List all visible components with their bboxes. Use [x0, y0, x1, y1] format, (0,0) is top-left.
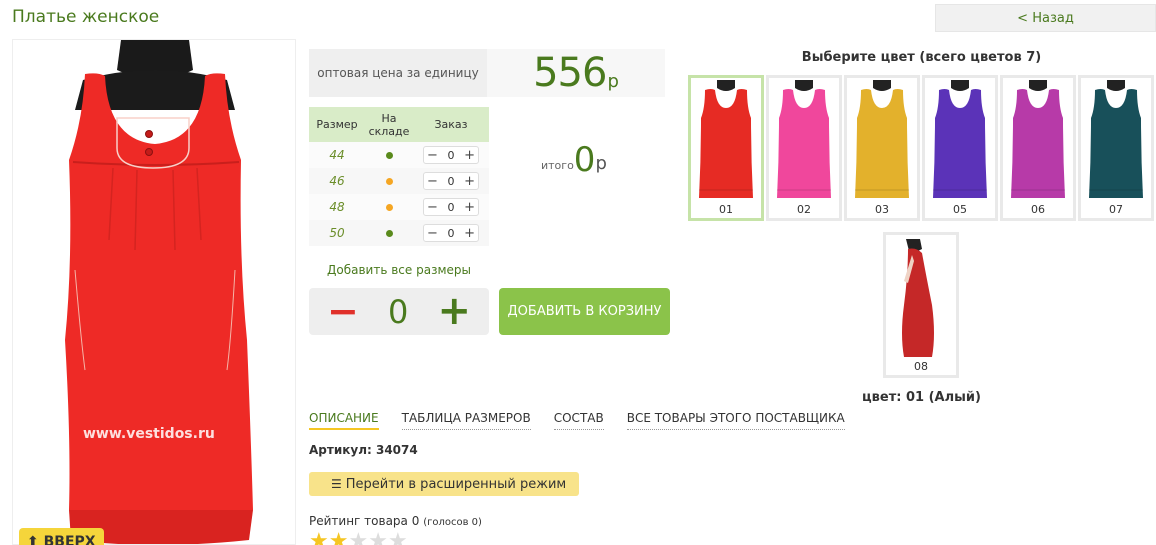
price-box: оптовая цена за единицу 556 р [309, 49, 665, 97]
tab-description[interactable]: ОПИСАНИЕ [309, 411, 379, 430]
dress-image [13, 40, 295, 544]
stock-dot-icon [385, 151, 393, 159]
rating-votes: (голосов 0) [423, 517, 482, 528]
article-number: Артикул: 34074 [309, 443, 418, 457]
rating-label: Рейтинг товара 0 [309, 514, 420, 528]
table-row: 44 −0 + [309, 142, 489, 168]
quantity-value[interactable]: 0 [448, 201, 455, 214]
color-thumbnail-03[interactable]: 03 [844, 75, 920, 221]
star-icon[interactable]: ★ [309, 531, 329, 545]
decrease-button[interactable]: − [427, 148, 438, 163]
page-title: Платье женское [12, 7, 160, 27]
dress-thumb-image [1089, 80, 1143, 198]
price-value: 556 р [487, 49, 665, 97]
total-value: 0 [573, 140, 596, 180]
color-code: 05 [953, 203, 967, 216]
color-thumbnail-05[interactable]: 05 [922, 75, 998, 221]
total-quantity-stepper: − 0 + [309, 288, 489, 335]
color-code: 01 [719, 203, 733, 216]
color-code: 06 [1031, 203, 1045, 216]
decrease-button[interactable]: − [427, 226, 438, 241]
increase-button[interactable]: + [464, 226, 475, 241]
stock-dot-icon [385, 177, 393, 185]
quantity-stepper: −0 + [423, 146, 479, 164]
color-code: 07 [1109, 203, 1123, 216]
quantity-value[interactable]: 0 [448, 227, 455, 240]
order-total: итого 0 р [541, 143, 607, 177]
dress-thumb-image [777, 80, 831, 198]
table-row: 50 −0 + [309, 220, 489, 246]
total-label: итого [541, 159, 574, 172]
color-code: 08 [914, 360, 928, 373]
selected-color-label: цвет: 01 (Алый) [862, 390, 981, 405]
dress-thumb-image [933, 80, 987, 198]
color-code: 03 [875, 203, 889, 216]
price-number: 556 [533, 50, 607, 96]
color-thumbnail-08[interactable]: 08 [883, 232, 959, 378]
color-thumbnail-02[interactable]: 02 [766, 75, 842, 221]
product-rating: Рейтинг товара 0 (голосов 0) [309, 514, 482, 528]
size-value: 44 [309, 142, 365, 168]
list-icon: ☰ [331, 477, 342, 491]
stock-dot-icon [385, 229, 393, 237]
advanced-mode-button[interactable]: ☰ Перейти в расширенный режим [309, 472, 579, 496]
tab-composition[interactable]: СОСТАВ [553, 411, 604, 430]
tab-size-chart[interactable]: ТАБЛИЦА РАЗМЕРОВ [401, 411, 531, 430]
dress-thumb-image [1011, 80, 1065, 198]
add-all-sizes-link[interactable]: Добавить все размеры [309, 263, 489, 277]
size-value: 46 [309, 168, 365, 194]
color-picker-title: Выберите цвет (всего цветов 7) [801, 50, 1042, 65]
star-icon[interactable]: ★ [329, 531, 349, 545]
scroll-up-button[interactable]: ⬆ ВВЕРХ [19, 528, 104, 545]
advanced-mode-label: Перейти в расширенный режим [345, 476, 567, 492]
size-header: Размер [309, 107, 365, 142]
decrease-button[interactable]: − [427, 200, 438, 215]
color-thumbnail-07[interactable]: 07 [1078, 75, 1154, 221]
star-icon[interactable]: ★ [388, 531, 408, 545]
table-row: 48 −0 + [309, 194, 489, 220]
total-currency: р [595, 153, 607, 174]
quantity-stepper: −0 + [423, 224, 479, 242]
size-value: 48 [309, 194, 365, 220]
increase-button[interactable]: + [464, 200, 475, 215]
dress-thumb-image [699, 80, 753, 198]
product-photo[interactable]: www.vestidos.ru [12, 39, 296, 545]
stock-header: На складе [365, 107, 413, 142]
star-icon[interactable]: ★ [348, 531, 368, 545]
quantity-value[interactable]: 0 [448, 175, 455, 188]
color-thumbnail-01[interactable]: 01 [688, 75, 764, 221]
decrease-button[interactable]: − [427, 174, 438, 189]
size-table: Размер На складе Заказ 44 −0 + 46 −0 + 48 … [309, 107, 489, 246]
price-label: оптовая цена за единицу [309, 49, 487, 97]
plus-button[interactable]: + [437, 288, 471, 335]
stock-dot-icon [385, 203, 393, 211]
rating-stars[interactable]: ★ ★ ★ ★ ★ [309, 531, 429, 545]
increase-button[interactable]: + [464, 174, 475, 189]
star-icon[interactable]: ★ [368, 531, 388, 545]
order-header: Заказ [413, 107, 489, 142]
color-thumbnail-06[interactable]: 06 [1000, 75, 1076, 221]
quantity-stepper: −0 + [423, 172, 479, 190]
dress-thumb-image [902, 239, 934, 357]
minus-button[interactable]: − [327, 288, 359, 335]
add-to-cart-button[interactable]: ДОБАВИТЬ В КОРЗИНУ [499, 288, 670, 335]
size-value: 50 [309, 220, 365, 246]
quantity-value[interactable]: 0 [388, 293, 408, 331]
back-button[interactable]: < Назад [935, 4, 1156, 32]
product-tabs: ОПИСАНИЕ ТАБЛИЦА РАЗМЕРОВ СОСТАВ ВСЕ ТОВ… [309, 411, 868, 430]
increase-button[interactable]: + [464, 148, 475, 163]
photo-watermark: www.vestidos.ru [83, 426, 215, 442]
price-currency: р [607, 70, 619, 92]
tab-supplier-products[interactable]: ВСЕ ТОВАРЫ ЭТОГО ПОСТАВЩИКА [626, 411, 845, 430]
color-code: 02 [797, 203, 811, 216]
quantity-stepper: −0 + [423, 198, 479, 216]
table-row: 46 −0 + [309, 168, 489, 194]
quantity-value[interactable]: 0 [448, 149, 455, 162]
dress-thumb-image [855, 80, 909, 198]
